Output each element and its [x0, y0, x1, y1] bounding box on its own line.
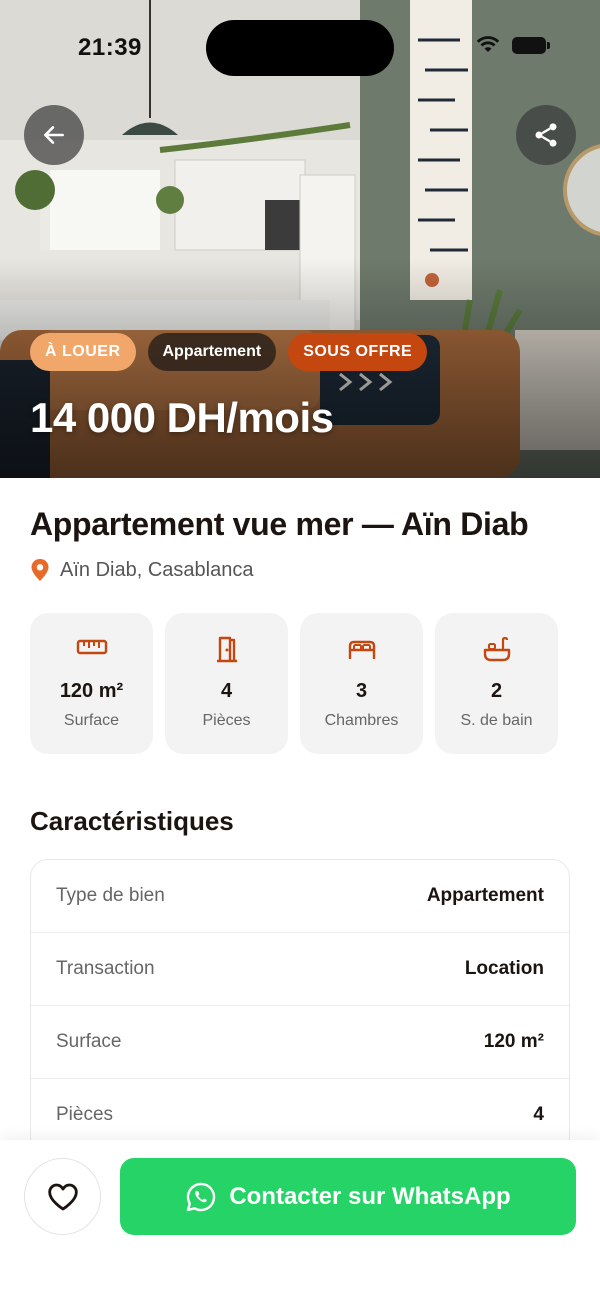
stat-label: Pièces	[202, 712, 251, 729]
stat-value: 120 m²	[59, 680, 124, 702]
badge-row: À LOUER Appartement SOUS OFFRE	[30, 333, 428, 371]
table-row: Type de bien Appartement	[31, 860, 569, 933]
stat-label: Surface	[63, 712, 120, 729]
row-value: Location	[464, 958, 544, 979]
favorite-button[interactable]	[24, 1158, 101, 1235]
location-pin-icon	[31, 559, 49, 581]
stat-value: 3	[355, 680, 368, 702]
transaction-badge: À LOUER	[30, 333, 136, 371]
contact-whatsapp-label: Contacter sur WhatsApp	[229, 1182, 511, 1210]
whatsapp-icon	[187, 1182, 216, 1211]
stat-bedrooms: 3 Chambres	[300, 613, 423, 754]
share-icon	[535, 123, 557, 147]
stats-row: 120 m² Surface 4 Pièces 3 Chambres 2 S. …	[30, 613, 558, 754]
stat-label: Chambres	[324, 712, 399, 729]
row-value: Appartement	[426, 885, 544, 906]
listing-title: Appartement vue mer — Aïn Diab	[30, 506, 529, 542]
listing-location: Aïn Diab, Casablanca	[30, 558, 253, 582]
table-row: Surface 120 m²	[31, 1006, 569, 1079]
location-text: Aïn Diab, Casablanca	[60, 558, 254, 581]
share-button[interactable]	[516, 105, 576, 165]
characteristics-table: Type de bien Appartement Transaction Loc…	[30, 859, 570, 1153]
row-value: 4	[533, 1104, 544, 1125]
price: 14 000 DH/mois	[30, 394, 334, 441]
bath-icon	[483, 636, 510, 662]
status-icons	[476, 36, 550, 54]
arrow-left-icon	[44, 126, 64, 144]
heart-icon	[47, 1183, 78, 1210]
row-label: Surface	[56, 1031, 122, 1052]
stat-value: 2	[490, 680, 503, 702]
row-label: Transaction	[56, 958, 155, 979]
dynamic-island	[206, 20, 394, 76]
wifi-icon	[476, 36, 500, 52]
back-button[interactable]	[24, 105, 84, 165]
battery-icon	[512, 36, 550, 54]
stat-rooms: 4 Pièces	[165, 613, 288, 754]
table-row: Transaction Location	[31, 933, 569, 1006]
door-icon	[216, 636, 237, 663]
hero-photo: 21:39 À LOUER Appartement SOUS OFFRE 14 …	[0, 0, 600, 478]
ruler-icon	[76, 639, 107, 655]
status-time: 21:39	[78, 34, 142, 61]
status-badge: SOUS OFFRE	[288, 333, 428, 371]
characteristics-title: Caractéristiques	[30, 806, 234, 836]
stat-value: 4	[220, 680, 233, 702]
stat-label: S. de bain	[460, 712, 533, 729]
contact-whatsapp-button[interactable]: Contacter sur WhatsApp	[120, 1158, 576, 1235]
bed-icon	[348, 640, 375, 659]
property-type-badge: Appartement	[147, 333, 277, 371]
stat-surface: 120 m² Surface	[30, 613, 153, 754]
row-label: Type de bien	[56, 885, 165, 906]
row-label: Pièces	[56, 1104, 114, 1125]
row-value: 120 m²	[483, 1031, 544, 1052]
stat-bathrooms: 2 S. de bain	[435, 613, 558, 754]
bottom-action-bar: Contacter sur WhatsApp	[0, 1140, 600, 1304]
